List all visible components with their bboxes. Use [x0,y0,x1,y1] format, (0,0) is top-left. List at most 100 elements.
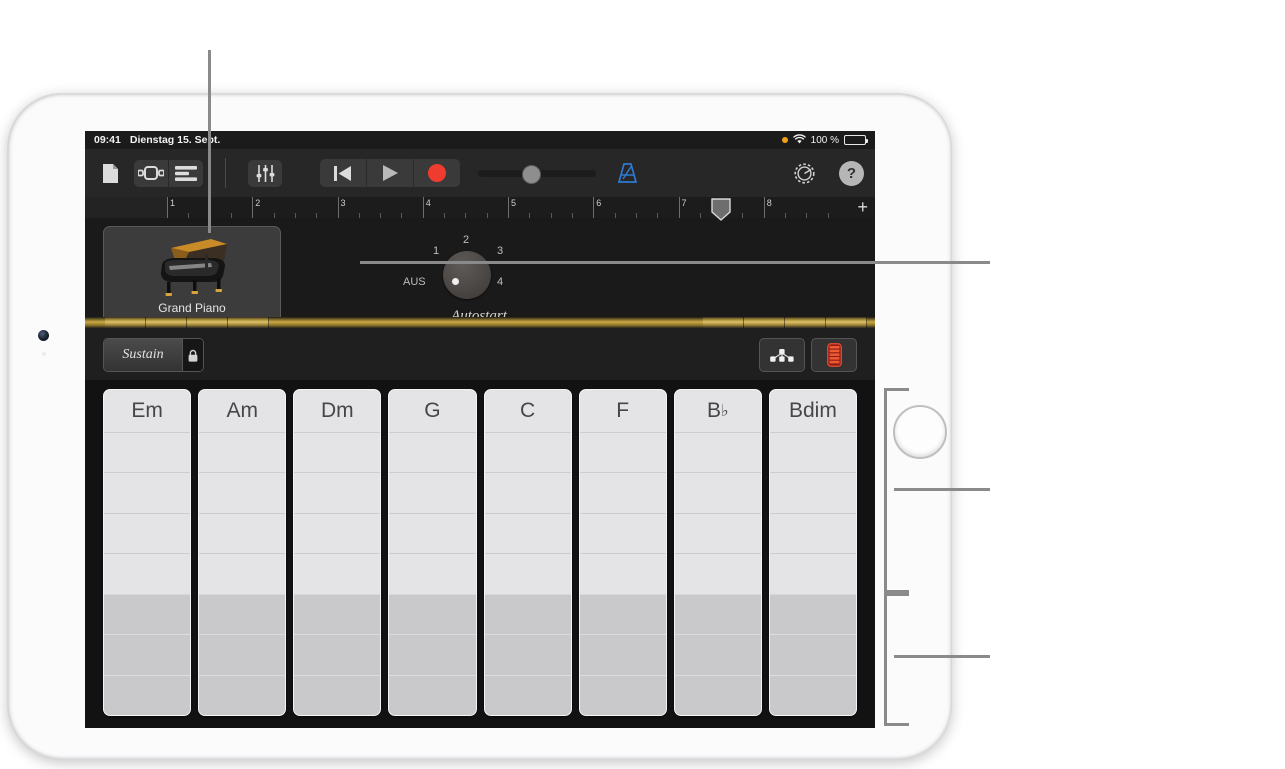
play-button[interactable] [366,159,413,187]
chord-cell[interactable] [579,472,666,513]
document-button[interactable] [96,160,124,187]
chord-cell[interactable] [199,432,286,473]
chord-cell[interactable] [389,674,476,715]
chord-cell[interactable] [199,472,286,513]
chord-cell[interactable] [674,553,761,594]
metronome-icon [617,163,637,183]
instrument-card[interactable]: Grand Piano [103,226,281,323]
rewind-button[interactable] [320,159,366,187]
chord-cell[interactable] [104,432,191,473]
chord-cell[interactable] [294,674,381,715]
chord-cell[interactable] [674,593,761,635]
chord-cell[interactable] [389,593,476,635]
metronome-button[interactable] [614,160,640,187]
chord-cell[interactable] [484,634,571,675]
chord-cell[interactable] [199,553,286,594]
chord-cell[interactable] [484,472,571,513]
chord-strip-c[interactable]: C [483,389,572,716]
mixer-button[interactable] [248,159,282,187]
chord-cell[interactable] [769,593,856,635]
chord-strip-f[interactable]: F [578,389,667,716]
chord-cell[interactable] [294,634,381,675]
chord-cell[interactable] [674,634,761,675]
chord-cell[interactable] [199,593,286,635]
chord-strip-am[interactable]: Am [198,389,287,716]
chord-cell[interactable] [484,512,571,554]
chord-cell[interactable] [579,512,666,554]
ruler-head [85,197,167,218]
chord-cell[interactable] [104,593,191,635]
autostart-knob[interactable] [443,251,491,299]
chord-cell[interactable] [294,472,381,513]
chord-cell[interactable] [674,472,761,513]
chord-cell[interactable] [769,432,856,473]
playhead-marker[interactable] [711,198,731,221]
chord-cell[interactable] [104,553,191,594]
chord-cell[interactable] [389,634,476,675]
playback-position-slider[interactable] [478,164,596,184]
chord-cell[interactable] [484,674,571,715]
chord-cell[interactable] [104,634,191,675]
chord-strip-em[interactable]: Em [103,389,192,716]
chord-cell[interactable] [674,674,761,715]
chord-cell[interactable] [104,674,191,715]
chord-cell[interactable] [199,674,286,715]
chord-cell[interactable] [579,674,666,715]
chord-cell[interactable] [104,512,191,554]
chord-cell[interactable] [294,432,381,473]
chord-strip-dm[interactable]: Dm [293,389,382,716]
arpeggiator-button[interactable] [759,338,805,372]
tracks-view-button[interactable] [168,159,203,187]
chord-cell[interactable] [484,593,571,635]
chord-label: Em [104,390,191,432]
chord-cell[interactable] [769,512,856,554]
chord-strip-g[interactable]: G [388,389,477,716]
chord-cell[interactable] [579,432,666,473]
chord-cell[interactable] [199,634,286,675]
wifi-icon [792,133,806,147]
sustain-lock-button[interactable] [182,339,203,371]
chord-keys-toggle-button[interactable] [811,338,857,372]
home-button[interactable] [893,405,947,459]
chord-cell[interactable] [769,472,856,513]
chord-cell[interactable] [674,512,761,554]
settings-button[interactable] [791,160,817,187]
chord-strip-bb[interactable]: B ♭ [673,389,762,716]
chord-cell[interactable] [674,432,761,473]
chord-label: Bdim [769,390,856,432]
tracks-view-icon [175,165,197,181]
chord-strip-bdim[interactable]: Bdim [768,389,857,716]
help-button[interactable]: ? [839,160,864,186]
brass-segment [703,317,744,328]
chord-cell[interactable] [294,593,381,635]
chord-cell[interactable] [389,472,476,513]
chord-cell[interactable] [199,512,286,554]
ruler-track[interactable]: 1 2 3 4 5 6 7 8 [167,197,849,218]
record-button[interactable] [413,159,460,187]
brass-segment [146,317,187,328]
chord-cell[interactable] [294,553,381,594]
navigation-view-button[interactable] [134,160,168,187]
chord-cell[interactable] [769,634,856,675]
chord-cell[interactable] [579,634,666,675]
chord-cell[interactable] [389,553,476,594]
chord-cell[interactable] [484,553,571,594]
chord-cell[interactable] [104,472,191,513]
transport-controls [320,159,640,187]
timeline-ruler[interactable]: 1 2 3 4 5 6 7 8 + [85,197,875,221]
chord-cell[interactable] [769,674,856,715]
add-track-button[interactable]: + [857,198,868,216]
chord-cell[interactable] [769,553,856,594]
chord-cell[interactable] [579,593,666,635]
chord-cell[interactable] [389,432,476,473]
bar-number: 8 [766,198,772,208]
chord-cell[interactable] [484,432,571,473]
playback-position-knob[interactable] [522,164,542,184]
sustain-button[interactable]: Sustain [104,339,182,371]
chord-cell[interactable] [389,512,476,554]
view-switch-group [134,159,203,187]
brass-segment [228,317,269,328]
toolbar-divider [225,158,226,188]
chord-cell[interactable] [294,512,381,554]
chord-cell[interactable] [579,553,666,594]
